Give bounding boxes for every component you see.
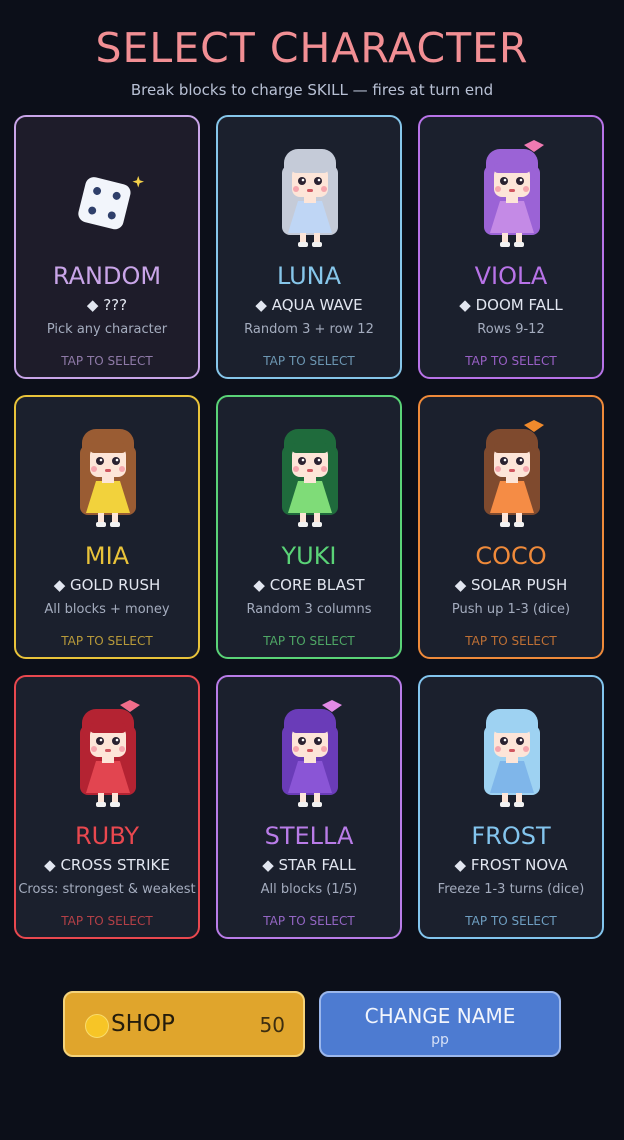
character-name: STELLA [264,822,354,850]
character-name: RANDOM [52,262,162,290]
character-card-ruby[interactable]: RUBY ◆ CROSS STRIKE Cross: strongest & wea… [14,675,200,939]
change-name-label: CHANGE NAME [364,1004,516,1028]
character-name: FROST [471,822,551,850]
character-card-luna[interactable]: LUNA ◆ AQUA WAVE Random 3 + row 12 TAP TO S… [216,115,402,379]
character-name: LUNA [276,262,342,290]
skill-description: Push up 1-3 (dice) [451,602,571,617]
skill-description: Pick any character [46,322,168,337]
character-card-frost[interactable]: FROST ◆ FROST NOVA Freeze 1-3 turns (dice)… [418,675,604,939]
skill-description: All blocks (1/5) [260,882,358,897]
character-portrait-luna [274,139,346,269]
coin-count: 50 [259,1013,285,1037]
coin-icon [85,1014,109,1038]
character-card-viola[interactable]: VIOLA ◆ DOOM FALL Rows 9-12 TAP TO SELECT [418,115,604,379]
character-card-coco[interactable]: COCO ◆ SOLAR PUSH Push up 1-3 (dice) TAP TO… [418,395,604,659]
character-skill: ◆ CORE BLAST [253,576,365,594]
tap-to-select-label: TAP TO SELECT [263,634,355,648]
character-card-yuki[interactable]: YUKI ◆ CORE BLAST Random 3 columns TAP TO S… [216,395,402,659]
character-skill: ◆ SOLAR PUSH [454,576,568,594]
skill-description: All blocks + money [44,602,170,617]
character-card-stella[interactable]: STELLA ◆ STAR FALL All blocks (1/5) TAP TO … [216,675,402,939]
character-name: MIA [84,542,130,570]
change-name-button[interactable]: CHANGE NAME pp [319,991,561,1057]
character-skill: ◆ STAR FALL [262,856,356,874]
player-name: pp [431,1032,449,1048]
tap-to-select-label: TAP TO SELECT [61,634,153,648]
character-portrait-mia [72,419,144,549]
character-name: VIOLA [474,262,548,290]
tap-to-select-label: TAP TO SELECT [61,354,153,368]
skill-description: Cross: strongest & weakest [18,882,196,897]
skill-description: Rows 9-12 [477,322,545,337]
character-skill: ◆ DOOM FALL [459,296,563,314]
tap-to-select-label: TAP TO SELECT [465,354,557,368]
skill-description: Freeze 1-3 turns (dice) [437,882,585,897]
tap-to-select-label: TAP TO SELECT [465,634,557,648]
character-skill: ◆ FROST NOVA [454,856,568,874]
dice-icon [72,139,144,269]
page-subtitle: Break blocks to charge SKILL — fires at … [130,81,494,99]
character-portrait-frost [476,699,548,829]
tap-to-select-label: TAP TO SELECT [465,914,557,928]
tap-to-select-label: TAP TO SELECT [61,914,153,928]
tap-to-select-label: TAP TO SELECT [263,914,355,928]
character-skill: ◆ AQUA WAVE [255,296,363,314]
character-portrait-stella [274,699,346,829]
page-title: SELECT CHARACTER [95,24,529,72]
character-skill: ◆ ??? [86,296,128,314]
character-portrait-ruby [72,699,144,829]
skill-description: Random 3 + row 12 [244,322,374,337]
character-portrait-coco [476,419,548,549]
character-portrait-viola [476,139,548,269]
character-name: COCO [475,542,547,570]
character-portrait-yuki [274,419,346,549]
character-skill: ◆ CROSS STRIKE [44,856,170,874]
character-name: RUBY [74,822,140,850]
shop-button[interactable]: SHOP 50 [63,991,305,1057]
skill-description: Random 3 columns [246,602,372,617]
character-card-mia[interactable]: MIA ◆ GOLD RUSH All blocks + money TAP TO S… [14,395,200,659]
character-card-random[interactable]: RANDOM ◆ ??? Pick any character TAP TO SELE… [14,115,200,379]
tap-to-select-label: TAP TO SELECT [263,354,355,368]
character-name: YUKI [281,542,337,570]
character-skill: ◆ GOLD RUSH [53,576,161,594]
shop-label: SHOP [111,1011,175,1037]
